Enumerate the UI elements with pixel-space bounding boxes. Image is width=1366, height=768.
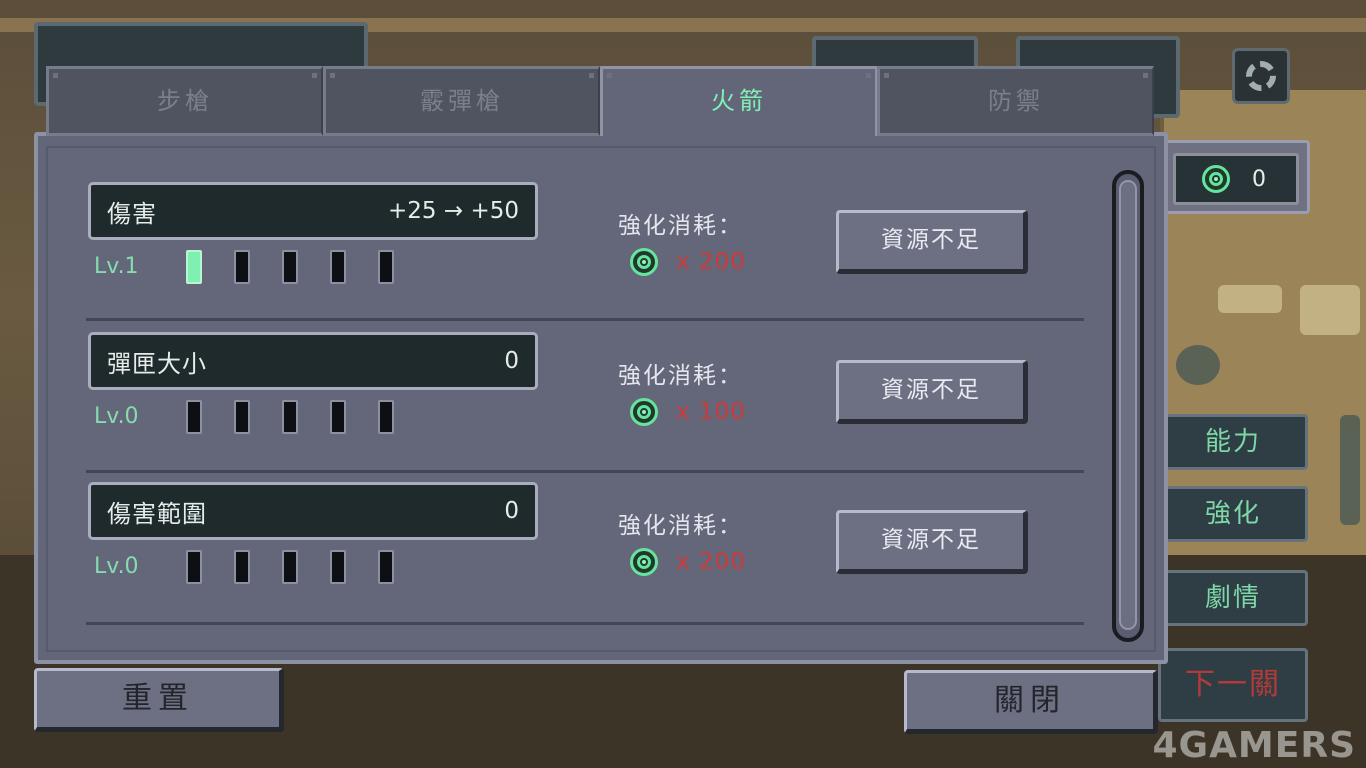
upgrade-button[interactable]: 資源不足 xyxy=(836,360,1028,424)
reset-button[interactable]: 重置 xyxy=(34,668,284,732)
stat-name: 彈匣大小 xyxy=(107,349,207,378)
cost-label: 強化消耗： xyxy=(618,513,743,539)
cost-amount: x 200 xyxy=(676,249,746,275)
level-pip xyxy=(186,400,202,434)
upgrade-panel: 傷害 +25 → +50 Lv.1 強化消耗： x 200 資源不足 彈匣大小 xyxy=(34,132,1168,664)
gem-icon xyxy=(630,248,658,276)
tab-label: 步槍 xyxy=(157,87,213,115)
level-pip xyxy=(378,550,394,584)
settings-gear-button[interactable] xyxy=(1232,48,1290,104)
level-pip xyxy=(330,250,346,284)
gem-icon xyxy=(630,398,658,426)
level-pips xyxy=(186,400,394,434)
stat-box: 傷害範圍 0 xyxy=(88,482,538,540)
level-pips xyxy=(186,550,394,584)
scrollbar[interactable] xyxy=(1112,170,1144,642)
tab-shotgun[interactable]: 霰彈槍 xyxy=(323,66,600,136)
level-pip-filled xyxy=(186,250,202,284)
level-pip xyxy=(282,400,298,434)
cost-line: x 200 xyxy=(630,248,746,276)
resource-counter-inner: 0 xyxy=(1173,153,1299,205)
level-pip xyxy=(378,250,394,284)
gear-icon xyxy=(1246,61,1276,91)
level-label: Lv.0 xyxy=(94,554,139,579)
tab-label: 火箭 xyxy=(711,87,767,115)
watermark: 4GAMERS xyxy=(1152,725,1356,766)
level-pip xyxy=(234,250,250,284)
upgrade-button[interactable]: 資源不足 xyxy=(836,510,1028,574)
level-pip xyxy=(282,250,298,284)
level-pip xyxy=(330,400,346,434)
level-pip xyxy=(378,400,394,434)
row-divider xyxy=(86,622,1084,625)
weapon-tabs: 步槍 霰彈槍 火箭 防禦 xyxy=(46,66,1154,136)
resource-count: 0 xyxy=(1252,166,1266,192)
drill-icon xyxy=(1218,285,1282,313)
resource-counter: 0 xyxy=(1158,140,1310,214)
stat-name: 傷害 xyxy=(107,199,157,228)
side-button-next-level[interactable]: 下一關 xyxy=(1158,648,1308,722)
cost-label: 強化消耗： xyxy=(618,213,743,239)
tab-rifle[interactable]: 步槍 xyxy=(46,66,323,136)
tab-label: 霰彈槍 xyxy=(420,87,504,115)
level-pips xyxy=(186,250,394,284)
drill-icon xyxy=(1300,285,1360,335)
side-button-upgrade[interactable]: 強化 xyxy=(1158,486,1308,542)
cost-label: 強化消耗： xyxy=(618,363,743,389)
gem-icon xyxy=(1202,165,1230,193)
level-pip xyxy=(234,400,250,434)
upgrade-button[interactable]: 資源不足 xyxy=(836,210,1028,274)
stat-value: 0 xyxy=(504,348,519,374)
stat-box: 彈匣大小 0 xyxy=(88,332,538,390)
level-pip xyxy=(330,550,346,584)
tab-rocket[interactable]: 火箭 xyxy=(600,66,877,136)
stat-box: 傷害 +25 → +50 xyxy=(88,182,538,240)
gem-icon xyxy=(630,548,658,576)
upgrade-list: 傷害 +25 → +50 Lv.1 強化消耗： x 200 資源不足 彈匣大小 xyxy=(46,146,1156,652)
level-pip xyxy=(186,550,202,584)
level-pip xyxy=(234,550,250,584)
upgrade-row-magazine: 彈匣大小 0 Lv.0 強化消耗： x 100 資源不足 xyxy=(48,298,1088,448)
upgrade-row-damage: 傷害 +25 → +50 Lv.1 強化消耗： x 200 資源不足 xyxy=(48,148,1088,298)
stat-value: 0 xyxy=(504,498,519,524)
wrench-icon xyxy=(1340,415,1360,525)
upgrade-row-range: 傷害範圍 0 Lv.0 強化消耗： x 200 資源不足 xyxy=(48,448,1088,598)
grinder-icon xyxy=(1176,345,1220,385)
cost-line: x 200 xyxy=(630,548,746,576)
level-pip xyxy=(282,550,298,584)
cost-line: x 100 xyxy=(630,398,746,426)
cost-amount: x 200 xyxy=(676,549,746,575)
scroll-thumb[interactable] xyxy=(1119,180,1137,630)
stat-name: 傷害範圍 xyxy=(107,499,207,528)
tab-label: 防禦 xyxy=(988,87,1044,115)
close-button[interactable]: 關閉 xyxy=(904,670,1158,734)
level-label: Lv.1 xyxy=(94,254,139,279)
side-button-story[interactable]: 劇情 xyxy=(1158,570,1308,626)
side-button-ability[interactable]: 能力 xyxy=(1158,414,1308,470)
tab-defense[interactable]: 防禦 xyxy=(877,66,1154,136)
level-label: Lv.0 xyxy=(94,404,139,429)
cost-amount: x 100 xyxy=(676,399,746,425)
stat-value: +25 → +50 xyxy=(388,198,519,224)
